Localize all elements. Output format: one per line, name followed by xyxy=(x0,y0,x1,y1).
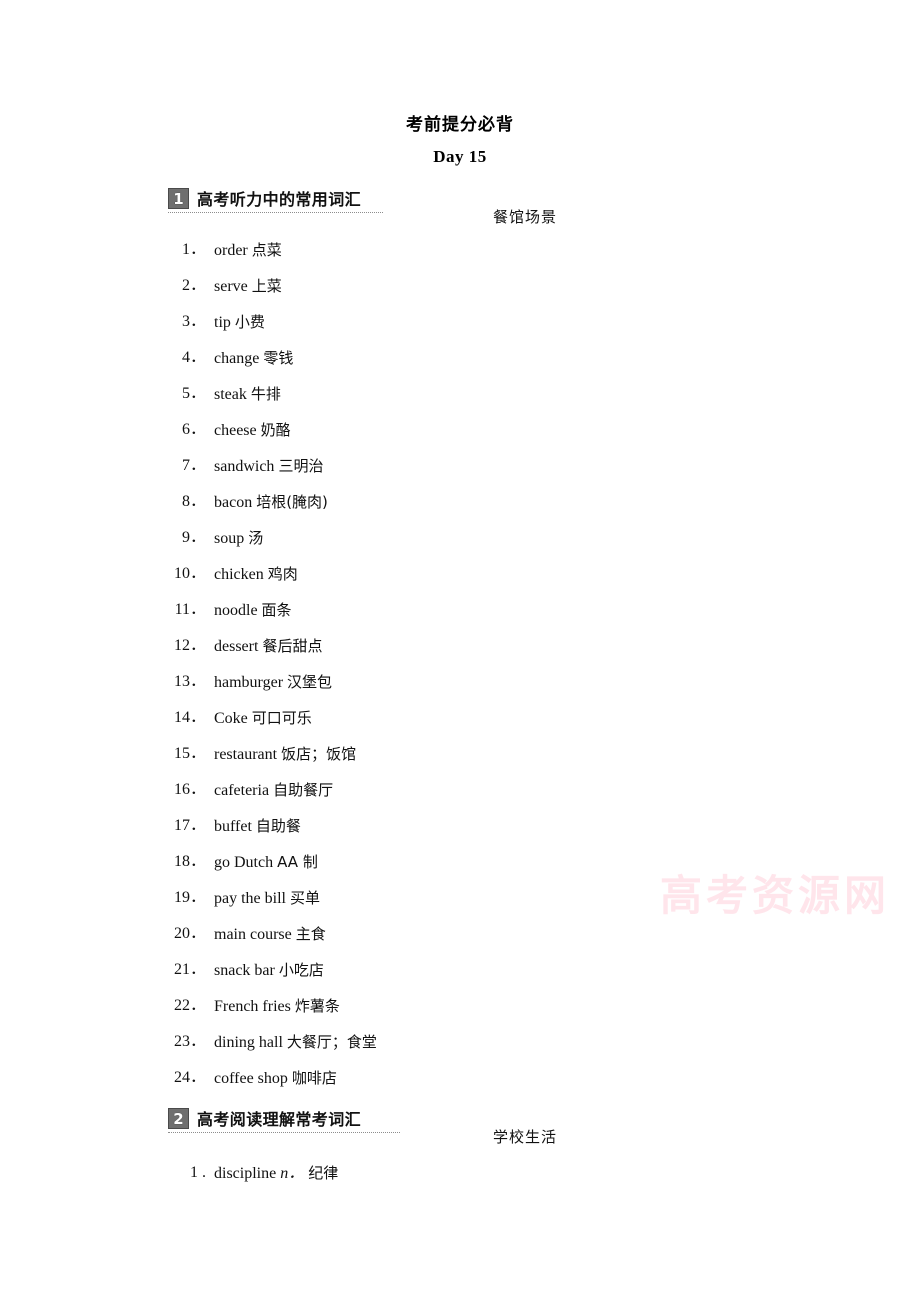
item-number: 11． xyxy=(174,601,206,618)
item-text: soup 汤 xyxy=(214,529,264,547)
item-text: noodle 面条 xyxy=(214,601,292,619)
item-number: 17． xyxy=(173,817,206,834)
item-text: serve 上菜 xyxy=(214,277,282,295)
item-text: cafeteria 自助餐厅 xyxy=(214,781,334,799)
list-item: 9． soup 汤 xyxy=(0,520,920,556)
list-item: 21． snack bar 小吃店 xyxy=(0,952,920,988)
item-text: order 点菜 xyxy=(214,241,282,259)
section-scene-label: 学校生活 xyxy=(493,1128,558,1146)
item-number: 8． xyxy=(181,493,206,510)
item-text: Coke 可口可乐 xyxy=(214,709,312,727)
section-header: 1 高考听力中的常用词汇 餐馆场景 xyxy=(0,186,920,226)
section-number-badge: 1 xyxy=(168,188,189,209)
section-reading: 2 高考阅读理解常考词汇 学校生活 xyxy=(0,1106,920,1146)
item-text: pay the bill 买单 xyxy=(214,889,320,907)
section-underline xyxy=(168,212,383,213)
item-number: 24． xyxy=(173,1069,206,1086)
list-item: 1． order 点菜 xyxy=(0,232,920,268)
list-item: 12． dessert 餐后甜点 xyxy=(0,628,920,664)
list-item: 4． change 零钱 xyxy=(0,340,920,376)
section-title: 高考听力中的常用词汇 xyxy=(197,190,362,209)
item-text: dining hall 大餐厅；食堂 xyxy=(214,1033,377,1051)
item-number: 4． xyxy=(181,349,206,366)
item-number: 1 . xyxy=(190,1164,206,1181)
item-number: 18． xyxy=(173,853,206,870)
item-text: snack bar 小吃店 xyxy=(214,961,324,979)
item-text: buffet 自助餐 xyxy=(214,817,301,835)
vocabulary-list-reading: 1 . discipline n． 纪律 xyxy=(0,1155,920,1191)
item-text: steak 牛排 xyxy=(214,385,281,403)
document-page: 考前提分必背 Day 15 1 高考听力中的常用词汇 餐馆场景 1． order… xyxy=(0,0,920,1302)
item-number: 1． xyxy=(181,241,206,258)
list-item: 8． bacon 培根(腌肉) xyxy=(0,484,920,520)
section-scene-label: 餐馆场景 xyxy=(493,208,558,226)
item-text: chicken 鸡肉 xyxy=(214,565,298,583)
day-title: Day 15 xyxy=(433,147,487,166)
item-text: cheese 奶酪 xyxy=(214,421,291,439)
item-number: 10． xyxy=(173,565,206,582)
item-text: bacon 培根(腌肉) xyxy=(214,493,328,511)
item-number: 19． xyxy=(173,889,206,906)
list-item: 20． main course 主食 xyxy=(0,916,920,952)
list-item: 24． coffee shop 咖啡店 xyxy=(0,1060,920,1096)
item-number: 15． xyxy=(173,745,206,762)
item-number: 14． xyxy=(173,709,206,726)
item-number: 16． xyxy=(173,781,206,798)
item-number: 9． xyxy=(181,529,206,546)
item-number: 5． xyxy=(181,385,206,402)
item-number: 7． xyxy=(181,457,206,474)
item-number: 13． xyxy=(173,673,206,690)
item-number: 22． xyxy=(173,997,206,1014)
list-item: 2． serve 上菜 xyxy=(0,268,920,304)
item-text: dessert 餐后甜点 xyxy=(214,637,323,655)
list-item: 6． cheese 奶酪 xyxy=(0,412,920,448)
item-number: 3． xyxy=(181,313,206,330)
list-item: 15． restaurant 饭店；饭馆 xyxy=(0,736,920,772)
section-number-badge: 2 xyxy=(168,1108,189,1129)
document-title: 考前提分必背 xyxy=(406,115,514,135)
list-item: 18． go Dutch AA 制 xyxy=(0,844,920,880)
list-item: 5． steak 牛排 xyxy=(0,376,920,412)
item-text: sandwich 三明治 xyxy=(214,457,324,475)
list-item: 10． chicken 鸡肉 xyxy=(0,556,920,592)
list-item: 1 . discipline n． 纪律 xyxy=(0,1155,920,1191)
item-number: 6． xyxy=(181,421,206,438)
item-number: 12． xyxy=(173,637,206,654)
list-item: 13． hamburger 汉堡包 xyxy=(0,664,920,700)
item-text: change 零钱 xyxy=(214,349,294,367)
item-text: French fries 炸薯条 xyxy=(214,997,340,1015)
item-text: tip 小费 xyxy=(214,313,265,331)
list-item: 17． buffet 自助餐 xyxy=(0,808,920,844)
list-item: 19． pay the bill 买单 xyxy=(0,880,920,916)
item-text: discipline n． 纪律 xyxy=(214,1164,339,1182)
item-number: 20． xyxy=(173,925,206,942)
item-text: coffee shop 咖啡店 xyxy=(214,1069,337,1087)
item-text: restaurant 饭店；饭馆 xyxy=(214,745,357,763)
list-item: 7． sandwich 三明治 xyxy=(0,448,920,484)
vocabulary-list-listening: 1． order 点菜 2． serve 上菜 3． tip 小费 4． cha… xyxy=(0,232,920,1096)
item-text: hamburger 汉堡包 xyxy=(214,673,333,691)
list-item: 22． French fries 炸薯条 xyxy=(0,988,920,1024)
list-item: 11． noodle 面条 xyxy=(0,592,920,628)
list-item: 23． dining hall 大餐厅；食堂 xyxy=(0,1024,920,1060)
item-text: main course 主食 xyxy=(214,925,326,943)
item-number: 23． xyxy=(173,1033,206,1050)
section-title: 高考阅读理解常考词汇 xyxy=(197,1110,362,1129)
list-item: 16． cafeteria 自助餐厅 xyxy=(0,772,920,808)
section-header: 2 高考阅读理解常考词汇 学校生活 xyxy=(0,1106,920,1146)
item-number: 2． xyxy=(181,277,206,294)
item-text: go Dutch AA 制 xyxy=(214,853,318,871)
item-number: 21． xyxy=(173,961,206,978)
section-listening: 1 高考听力中的常用词汇 餐馆场景 xyxy=(0,186,920,226)
section-underline xyxy=(168,1132,400,1133)
list-item: 14． Coke 可口可乐 xyxy=(0,700,920,736)
list-item: 3． tip 小费 xyxy=(0,304,920,340)
